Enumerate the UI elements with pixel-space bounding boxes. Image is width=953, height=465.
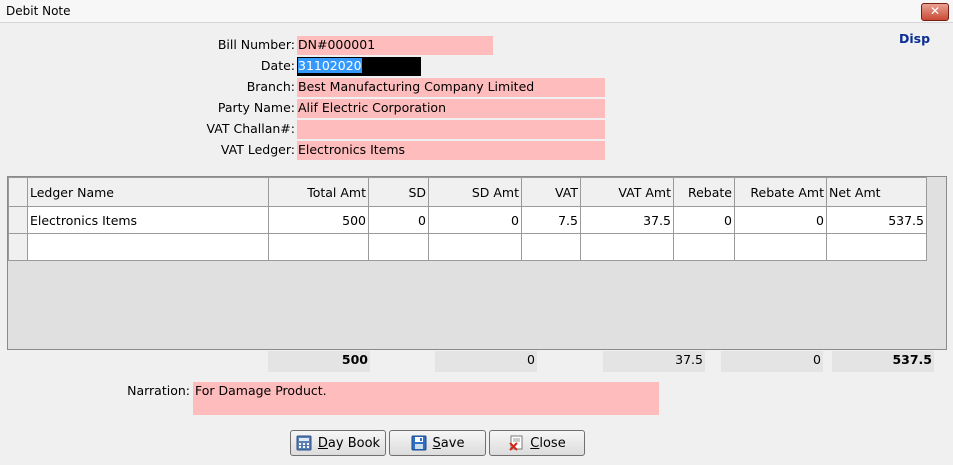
table-row[interactable] xyxy=(8,233,927,261)
window-close-button[interactable]: ✕ xyxy=(921,3,949,21)
cell-vat[interactable] xyxy=(521,233,581,261)
narration-label: Narration: xyxy=(127,383,190,398)
rebate-amt-total: 0 xyxy=(721,351,823,372)
sd-amt-total: 0 xyxy=(435,351,537,372)
vat-ledger-label: VAT Ledger: xyxy=(220,142,295,157)
cell-vat-amt[interactable] xyxy=(580,233,674,261)
bill-number-label: Bill Number: xyxy=(217,37,295,52)
close-icon: ✕ xyxy=(929,4,941,18)
cell-vat[interactable]: 7.5 xyxy=(521,206,581,234)
disp-link[interactable]: Disp xyxy=(899,31,930,46)
date-field[interactable]: 31102020 xyxy=(297,57,421,76)
cell-ledger-name[interactable] xyxy=(27,233,269,261)
cell-rebate-amt[interactable] xyxy=(734,233,827,261)
vat-challan-field[interactable] xyxy=(297,120,605,139)
table-row[interactable]: Electronics Items 500 0 0 7.5 37.5 0 0 5… xyxy=(8,206,927,234)
party-name-field[interactable]: Alif Electric Corporation xyxy=(297,99,605,118)
cell-rebate-amt[interactable]: 0 xyxy=(734,206,827,234)
cell-net-amt[interactable] xyxy=(826,233,927,261)
ledger-grid[interactable]: Ledger Name Total Amt SD SD Amt VAT VAT … xyxy=(7,176,947,350)
col-net-amt[interactable]: Net Amt xyxy=(826,177,927,207)
day-book-button[interactable]: Day Book xyxy=(290,430,386,456)
col-sd-amt[interactable]: SD Amt xyxy=(428,177,522,207)
date-value: 31102020 xyxy=(298,58,362,73)
party-name-label: Party Name: xyxy=(217,100,295,115)
row-selector-header xyxy=(8,177,28,207)
vat-challan-label: VAT Challan#: xyxy=(206,121,295,136)
net-amt-total: 537.5 xyxy=(832,351,934,372)
vat-ledger-field[interactable]: Electronics Items xyxy=(297,141,605,160)
floppy-disk-icon xyxy=(411,435,427,451)
col-sd[interactable]: SD xyxy=(368,177,429,207)
save-button[interactable]: Save xyxy=(389,430,486,456)
save-label: Save xyxy=(432,435,465,451)
title-bar: Debit Note ✕ xyxy=(0,0,953,23)
cell-total-amt[interactable]: 500 xyxy=(268,206,369,234)
cell-rebate[interactable] xyxy=(673,233,735,261)
branch-field[interactable]: Best Manufacturing Company Limited xyxy=(297,78,605,97)
col-vat[interactable]: VAT xyxy=(521,177,581,207)
grid-header-row: Ledger Name Total Amt SD SD Amt VAT VAT … xyxy=(8,177,927,207)
col-vat-amt[interactable]: VAT Amt xyxy=(580,177,674,207)
row-selector[interactable] xyxy=(8,233,28,261)
cell-sd[interactable] xyxy=(368,233,429,261)
narration-field[interactable]: For Damage Product. xyxy=(193,382,659,415)
branch-label: Branch: xyxy=(246,79,295,94)
close-button[interactable]: Close xyxy=(489,430,585,456)
window-title: Debit Note xyxy=(6,4,71,18)
day-book-label: Day Book xyxy=(317,435,381,451)
cell-sd-amt[interactable]: 0 xyxy=(428,206,522,234)
col-rebate-amt[interactable]: Rebate Amt xyxy=(734,177,827,207)
cell-rebate[interactable]: 0 xyxy=(673,206,735,234)
calculator-icon xyxy=(296,435,312,451)
cell-vat-amt[interactable]: 37.5 xyxy=(580,206,674,234)
date-label: Date: xyxy=(260,58,295,73)
close-label: Close xyxy=(530,435,566,451)
bill-number-field[interactable]: DN#000001 xyxy=(297,36,493,55)
cell-sd-amt[interactable] xyxy=(428,233,522,261)
col-total-amt[interactable]: Total Amt xyxy=(268,177,369,207)
cell-total-amt[interactable] xyxy=(268,233,369,261)
col-ledger-name[interactable]: Ledger Name xyxy=(27,177,269,207)
row-selector[interactable] xyxy=(8,206,28,234)
debit-note-window: Debit Note ✕ Disp Bill Number: DN#000001… xyxy=(0,0,953,465)
cell-sd[interactable]: 0 xyxy=(368,206,429,234)
cell-ledger-name[interactable]: Electronics Items xyxy=(27,206,269,234)
close-document-icon xyxy=(508,435,524,451)
col-rebate[interactable]: Rebate xyxy=(673,177,735,207)
vat-amt-total: 37.5 xyxy=(603,351,705,372)
total-amt-total: 500 xyxy=(268,351,370,372)
cell-net-amt[interactable]: 537.5 xyxy=(826,206,927,234)
